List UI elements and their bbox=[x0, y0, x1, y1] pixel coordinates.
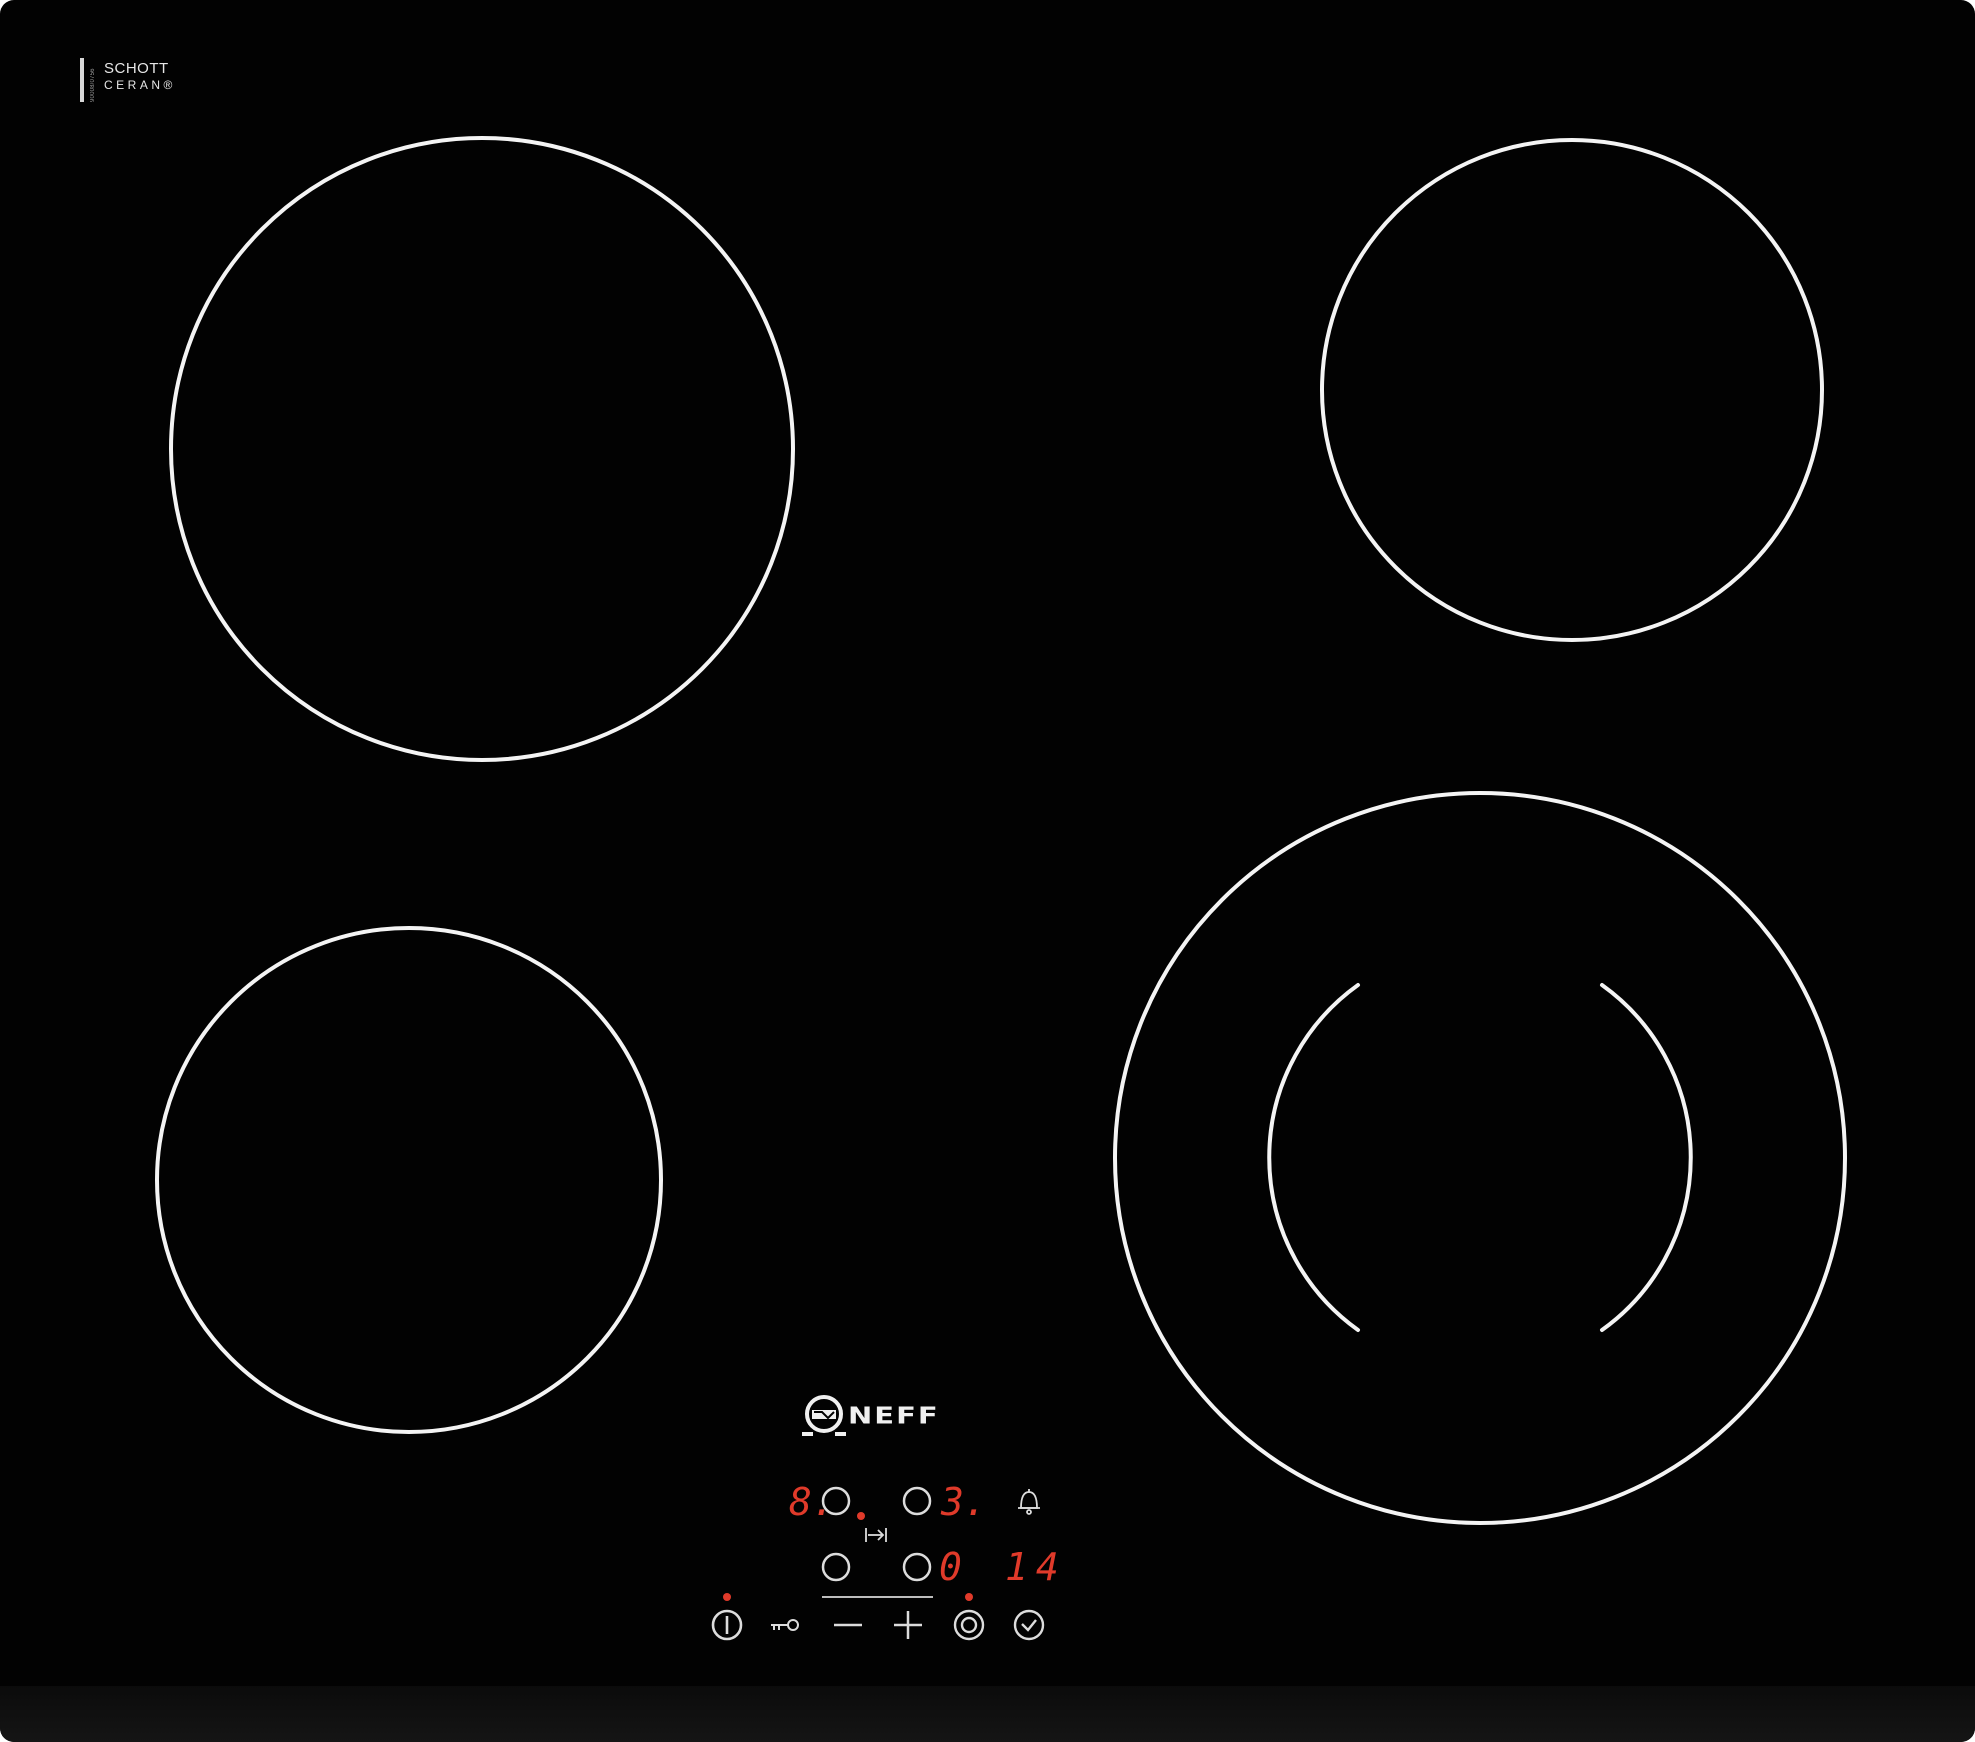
dual-ring-icon[interactable] bbox=[953, 1609, 985, 1641]
cooktop: 90008/0756 SCHOTT CERAN® NEFF 8. 3. 0 14 bbox=[0, 0, 1975, 1742]
display-timer: 14 bbox=[1005, 1545, 1067, 1589]
key-icon[interactable] bbox=[771, 1619, 799, 1631]
zone-select-front-right-icon[interactable] bbox=[902, 1552, 932, 1582]
schott-ceran-divider bbox=[80, 58, 84, 102]
power-icon[interactable] bbox=[711, 1609, 743, 1641]
clock-icon[interactable] bbox=[1013, 1609, 1045, 1641]
display-rear-right-level: 3. bbox=[941, 1480, 987, 1524]
zone-select-rear-right-icon[interactable] bbox=[902, 1486, 932, 1516]
glass-serial-number: 90008/0756 bbox=[90, 68, 96, 102]
plus-icon[interactable] bbox=[894, 1611, 922, 1639]
zone-indicator-dot bbox=[857, 1512, 865, 1520]
dual-zone-inner-arc-right bbox=[1600, 983, 1693, 1332]
cooking-zone-rear-left bbox=[169, 136, 795, 762]
cooking-zone-front-right-outer bbox=[1113, 791, 1847, 1525]
display-front-left-level: 8. bbox=[789, 1480, 835, 1524]
ceran-label: CERAN® bbox=[104, 78, 176, 92]
dual-zone-inner-arc-left bbox=[1267, 983, 1360, 1332]
schott-ceran-logo: 90008/0756 SCHOTT CERAN® bbox=[80, 56, 210, 104]
brand-name: NEFF bbox=[848, 1402, 940, 1430]
display-front-right-level: 0 bbox=[939, 1545, 962, 1589]
cooking-zone-rear-right bbox=[1320, 138, 1824, 642]
arrow-to-bar-icon[interactable] bbox=[865, 1528, 887, 1542]
neff-logo-icon bbox=[802, 1395, 846, 1436]
bell-icon[interactable] bbox=[1018, 1489, 1040, 1515]
cooktop-front-edge bbox=[0, 1686, 1975, 1742]
cooking-zones bbox=[155, 136, 1847, 1641]
dual-zone-indicator-dot bbox=[965, 1593, 973, 1601]
registered-mark: ® bbox=[163, 78, 176, 92]
power-indicator-dot bbox=[723, 1593, 731, 1601]
cooking-zone-front-left bbox=[155, 926, 663, 1434]
ceran-text: CERAN bbox=[104, 78, 164, 92]
schott-label: SCHOTT bbox=[104, 60, 169, 77]
zone-select-rear-left-icon[interactable] bbox=[821, 1552, 851, 1582]
